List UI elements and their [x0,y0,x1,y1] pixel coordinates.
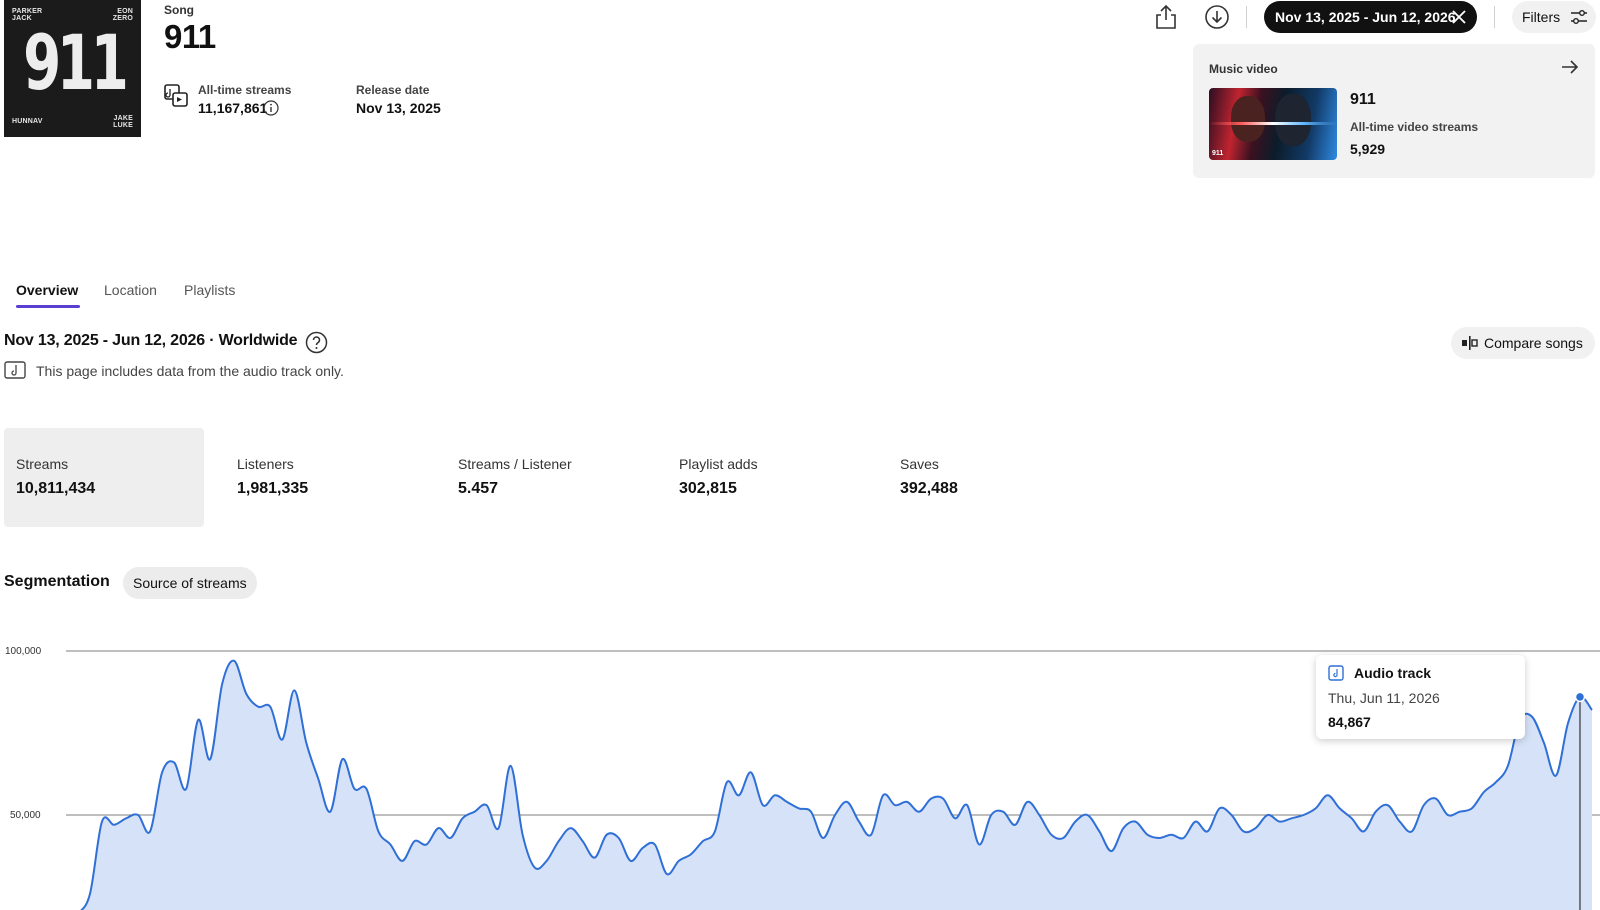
cover-bottom-right: JAKE LUKE [113,115,133,129]
tooltip-date: Thu, Jun 11, 2026 [1328,690,1440,706]
song-kicker: Song [164,3,194,17]
kpi-playlist-adds[interactable]: Playlist adds 302,815 [667,428,867,527]
range-title: Nov 13, 2025 - Jun 12, 2026 · Worldwide [4,332,298,349]
tab-overview[interactable]: Overview [16,282,78,298]
kpi-label: Playlist adds [679,456,758,472]
filters-label: Filters [1522,9,1561,25]
kpi-value: 302,815 [679,480,737,497]
music-video-label: Music video [1209,62,1278,76]
kpi-label: Listeners [237,456,294,472]
info-icon[interactable] [263,100,279,116]
kpi-label: Saves [900,456,939,472]
chart-tooltip: Audio track Thu, Jun 11, 2026 84,867 [1316,655,1525,739]
compare-icon [1462,336,1478,350]
source-of-streams-button[interactable]: Source of streams [123,567,257,599]
tooltip-value: 84,867 [1328,714,1371,730]
kpi-streams[interactable]: Streams 10,811,434 [4,428,204,527]
kpi-value: 10,811,434 [16,480,96,497]
kpi-listeners[interactable]: Listeners 1,981,335 [225,428,425,527]
release-date-label: Release date [356,83,430,97]
arrow-right-icon[interactable] [1559,56,1581,78]
music-video-title: 911 [1350,91,1376,108]
alltime-streams-value: 11,167,861 [198,100,268,116]
hover-point [1574,691,1586,703]
active-tab-indicator [16,305,80,308]
thumbnail-figure [1275,94,1311,146]
kpi-saves[interactable]: Saves 392,488 [888,428,1088,527]
thumbnail-light-streak [1209,122,1337,125]
video-streams-value: 5,929 [1350,141,1386,157]
toolbar-divider [1246,6,1247,28]
alltime-streams-label: All-time streams [198,83,292,97]
tab-playlists[interactable]: Playlists [184,282,235,298]
close-icon[interactable] [1451,9,1467,25]
release-date-value: Nov 13, 2025 [356,100,441,116]
kpi-label: Streams / Listener [458,456,572,472]
cover-title: 911 [23,18,129,107]
tooltip-title: Audio track [1354,665,1432,681]
compare-songs-label: Compare songs [1484,335,1583,351]
cover-art: PARKER JACK EON ZERO 911 HUNNAV JAKE LUK… [4,0,141,137]
download-icon[interactable] [1204,3,1230,31]
toolbar-divider [1494,6,1495,28]
kpi-value: 1,981,335 [237,480,309,497]
cover-bottom-left: HUNNAV [12,118,43,125]
song-title: 911 [164,18,216,55]
y-tick-label: 50,000 [10,810,41,821]
compare-songs-button[interactable]: Compare songs [1451,327,1595,359]
streams-icon [164,84,188,107]
kpi-streams-per-listener[interactable]: Streams / Listener 5.457 [446,428,646,527]
tab-location[interactable]: Location [104,282,157,298]
audio-track-icon [1328,665,1344,681]
date-range-label: Nov 13, 2025 - Jun 12, 2026 [1275,9,1456,25]
thumbnail-figure [1231,96,1265,142]
date-range-filter[interactable]: Nov 13, 2025 - Jun 12, 2026 [1264,1,1477,33]
share-icon[interactable] [1153,3,1179,31]
kpi-label: Streams [16,456,69,472]
audio-only-note: This page includes data from the audio t… [36,363,344,379]
video-streams-label: All-time video streams [1350,120,1479,134]
kpi-value: 392,488 [900,480,958,497]
music-video-card[interactable]: Music video 911 911 All-time video strea… [1193,44,1595,178]
y-tick-label: 100,000 [5,646,42,657]
music-video-thumbnail[interactable]: 911 [1209,88,1337,160]
kpi-value: 5.457 [458,480,499,497]
segmentation-label: Segmentation [4,573,110,590]
sliders-icon [1571,10,1587,24]
filters-button[interactable]: Filters [1512,1,1596,33]
help-icon[interactable] [305,331,328,354]
thumbnail-tag: 911 [1212,150,1224,157]
audio-track-icon [4,361,26,379]
